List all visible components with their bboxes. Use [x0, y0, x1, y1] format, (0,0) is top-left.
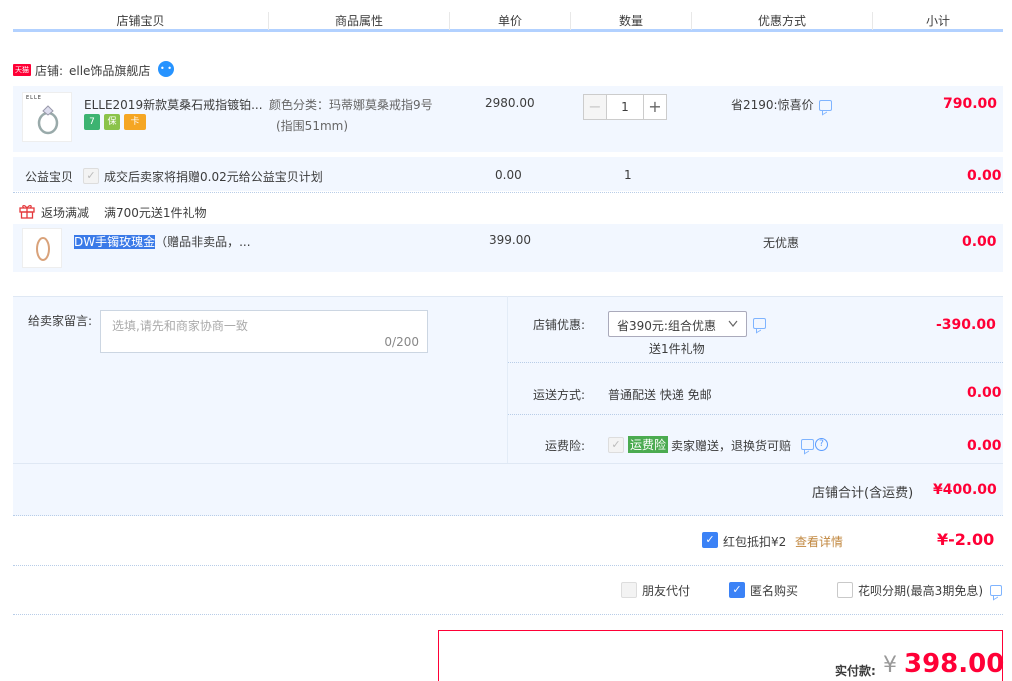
gift-item-title-rest: （赠品非卖品，... — [155, 235, 251, 249]
anonymous-checkbox[interactable]: ✓ — [729, 582, 745, 598]
item-unit-price: 2980.00 — [485, 96, 535, 110]
seller-message-counter: 0/200 — [384, 335, 419, 349]
item-subtotal: 790.00 — [943, 96, 998, 112]
huabei-label: 花呗分期(最高3期免息) — [858, 584, 983, 598]
gift-item-title-highlight: DW手镯玫瑰金 — [74, 235, 156, 249]
insurance-tag: 运费险 — [628, 436, 669, 453]
item-attribute-color: 颜色分类：玛蒂娜莫桑戒指9号 — [269, 98, 433, 112]
discount-info-icon[interactable] — [819, 100, 832, 111]
table-header: 店铺宝贝 商品属性 单价 数量 优惠方式 小计 — [13, 8, 1003, 32]
ring-thumbnail[interactable]: ELLE — [22, 92, 72, 142]
anonymous-label: 匿名购买 — [750, 584, 799, 598]
currency-symbol: ¥ — [883, 653, 897, 678]
divider — [13, 515, 1003, 516]
divider — [13, 614, 1003, 615]
col-subtotal: 小计 — [925, 14, 950, 28]
charity-subtotal: 0.00 — [967, 168, 1002, 184]
store-discount-info-icon[interactable] — [753, 318, 766, 329]
quantity-stepper: − 1 + — [583, 94, 679, 122]
seven-day-return-icon[interactable]: 7 — [84, 114, 100, 130]
store-discount-amount: -390.00 — [936, 317, 996, 333]
col-attributes: 商品属性 — [334, 14, 383, 28]
bracelet-image-icon — [36, 237, 50, 261]
gift-icon — [19, 205, 35, 219]
guarantee-icon[interactable]: 保 — [104, 114, 120, 130]
charity-text: 成交后卖家将捐赠0.02元给公益宝贝计划 — [104, 170, 323, 184]
tmall-logo-icon: 天猫 — [13, 64, 31, 76]
redpacket-amount: ¥-2.00 — [937, 530, 995, 549]
divider — [508, 362, 1003, 363]
summary-divider — [507, 296, 508, 463]
charity-qty: 1 — [624, 168, 632, 182]
chevron-down-icon — [728, 320, 738, 327]
promo-label: 返场满减 — [41, 206, 90, 220]
actual-payment-box: 实付款: ¥ 398.00 — [438, 630, 1005, 681]
item-attribute-size: (指围51mm) — [276, 119, 349, 133]
gift-item-discount: 无优惠 — [763, 236, 800, 250]
huabei-info-icon[interactable] — [990, 585, 1002, 596]
shipping-label: 运送方式: — [533, 388, 586, 402]
redpacket-details-link[interactable]: 查看详情 — [795, 533, 843, 550]
qty-increase-button[interactable]: + — [643, 94, 667, 120]
item-service-tags: 7 保 卡 — [84, 114, 148, 130]
divider — [13, 565, 1003, 566]
col-discount: 优惠方式 — [757, 14, 806, 28]
ring-image-icon — [37, 105, 59, 135]
divider — [508, 414, 1003, 415]
shipping-method: 普通配送 快递 免邮 — [608, 388, 712, 402]
qty-decrease-button[interactable]: − — [583, 94, 607, 120]
col-shop-item: 店铺宝贝 — [116, 14, 165, 28]
insurance-text: 卖家赠送，退换货可赔 — [671, 439, 792, 453]
help-question-icon[interactable]: ? — [815, 438, 828, 451]
store-discount-label: 店铺优惠: — [533, 318, 586, 332]
insurance-amount: 0.00 — [967, 438, 1002, 454]
item-title-link[interactable]: ELLE2019新款莫桑石戒指镀铂... — [84, 96, 263, 113]
item-discount: 省2190:惊喜价 — [731, 98, 814, 112]
divider — [13, 463, 1003, 464]
shipping-amount: 0.00 — [967, 385, 1002, 401]
divider — [13, 192, 1003, 193]
shop-name-link[interactable]: elle饰品旗舰店 — [69, 62, 150, 79]
store-discount-select[interactable]: 省390元:组合优惠 — [608, 311, 747, 337]
thumb-brand: ELLE — [26, 95, 42, 101]
col-price: 单价 — [497, 14, 522, 28]
col-quantity: 数量 — [618, 14, 643, 28]
actual-payment-label: 实付款: — [835, 664, 876, 678]
seller-message-input[interactable]: 选填,请先和商家协商一致 0/200 — [100, 310, 428, 353]
friend-pay-checkbox[interactable] — [621, 582, 637, 598]
gift-item-subtotal: 0.00 — [962, 234, 997, 250]
shop-label: 店铺: — [35, 64, 64, 78]
huabei-checkbox[interactable] — [837, 582, 853, 598]
store-total-label: 店铺合计(含运费) — [812, 486, 914, 501]
credit-card-icon[interactable]: 卡 — [124, 114, 146, 130]
insurance-checkbox[interactable]: ✓ — [608, 437, 624, 453]
gift-item-price: 399.00 — [489, 233, 531, 247]
redpacket-label: 红包抵扣¥2 — [723, 535, 787, 549]
store-discount-selected: 省390元:组合优惠 — [617, 319, 716, 333]
insurance-label: 运费险: — [545, 439, 586, 453]
actual-payment-amount: 398.00 — [904, 649, 1005, 679]
friend-pay-label: 朋友代付 — [642, 584, 691, 598]
charity-label: 公益宝贝 — [25, 170, 74, 184]
seller-message-placeholder: 选填,请先和商家协商一致 — [112, 319, 248, 333]
insurance-info-icon[interactable] — [801, 439, 814, 450]
gift-item-title-link[interactable]: DW手镯玫瑰金（赠品非卖品，... — [74, 233, 251, 250]
seller-message-label: 给卖家留言: — [28, 314, 93, 328]
promo-text: 满700元送1件礼物 — [104, 206, 207, 220]
chat-seller-icon[interactable]: • • — [158, 61, 174, 77]
store-discount-sub: 送1件礼物 — [649, 342, 705, 356]
bracelet-thumbnail[interactable] — [22, 228, 62, 268]
store-total-amount: ¥400.00 — [933, 482, 997, 498]
redpacket-checkbox[interactable]: ✓ — [702, 532, 718, 548]
charity-price: 0.00 — [495, 168, 522, 182]
qty-input[interactable]: 1 — [607, 94, 643, 120]
charity-checkbox[interactable]: ✓ — [83, 168, 99, 184]
